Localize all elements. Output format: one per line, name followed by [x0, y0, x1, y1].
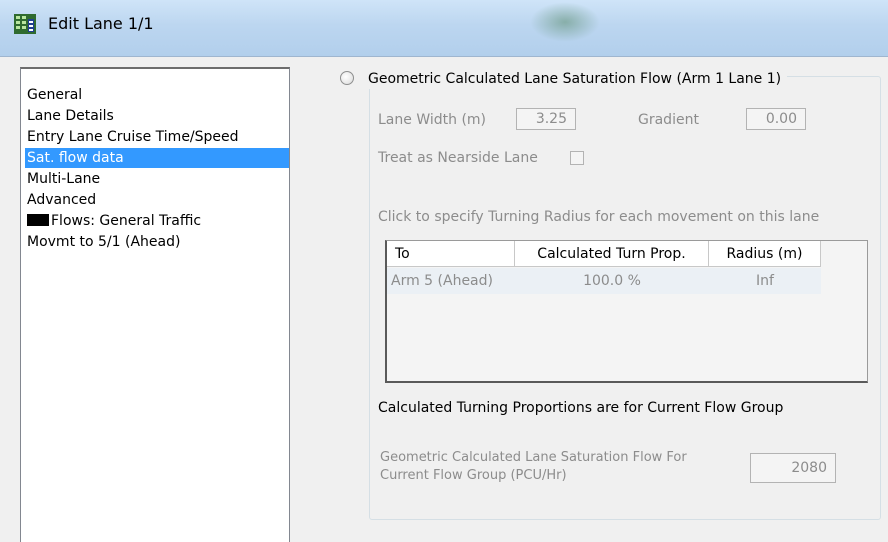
column-header-radius[interactable]: Radius (m)	[709, 241, 821, 267]
turning-radius-hint: Click to specify Turning Radius for each…	[378, 209, 820, 225]
cell-turn-prop: 100.0 %	[583, 273, 641, 289]
nav-item-label: Flows: General Traffic	[51, 213, 202, 229]
window-title: Edit Lane 1/1	[48, 14, 154, 33]
flow-color-swatch	[27, 214, 49, 226]
lane-width-label: Lane Width (m)	[378, 112, 487, 128]
gradient-label: Gradient	[638, 112, 699, 128]
column-header-turn-prop[interactable]: Calculated Turn Prop.	[515, 241, 709, 267]
turning-proportions-note: Calculated Turning Proportions are for C…	[378, 400, 784, 416]
nav-item-lane-details[interactable]: Lane Details	[25, 106, 114, 126]
table-header: To Calculated Turn Prop. Radius (m)	[387, 241, 821, 267]
nav-item-advanced[interactable]: Advanced	[25, 190, 96, 210]
cell-to: Arm 5 (Ahead)	[391, 273, 493, 289]
nearside-lane-label: Treat as Nearside Lane	[378, 150, 538, 166]
title-bar[interactable]: Edit Lane 1/1	[0, 0, 888, 57]
edit-lane-window: Edit Lane 1/1 General Lane Details Entry…	[0, 0, 888, 542]
turning-radius-table[interactable]: To Calculated Turn Prop. Radius (m) Arm …	[385, 240, 868, 383]
section-list[interactable]: General Lane Details Entry Lane Cruise T…	[20, 67, 290, 542]
table-row[interactable]: Arm 5 (Ahead) 100.0 % Inf	[387, 268, 821, 294]
nav-item-sat-flow-data[interactable]: Sat. flow data	[25, 148, 289, 168]
nav-item-multi-lane[interactable]: Multi-Lane	[25, 169, 100, 189]
sat-flow-label-line2: Current Flow Group (PCU/Hr)	[380, 468, 567, 483]
sat-flow-value-field[interactable]: 2080	[750, 453, 836, 483]
nearside-lane-checkbox[interactable]	[570, 151, 584, 165]
geometric-sat-flow-radio[interactable]	[340, 71, 354, 85]
title-bar-glow	[530, 2, 600, 42]
cell-radius[interactable]: Inf	[709, 268, 821, 294]
nav-item-general[interactable]: General	[25, 85, 82, 105]
gradient-field[interactable]: 0.00	[746, 108, 806, 130]
app-grid-icon	[14, 14, 36, 34]
column-header-to[interactable]: To	[387, 241, 515, 267]
dialog-body: General Lane Details Entry Lane Cruise T…	[0, 57, 888, 542]
geometric-sat-flow-caption: Geometric Calculated Lane Saturation Flo…	[362, 69, 788, 89]
sat-flow-label-line1: Geometric Calculated Lane Saturation Flo…	[380, 450, 687, 465]
nav-item-movement[interactable]: Movmt to 5/1 (Ahead)	[25, 232, 180, 252]
nav-item-flows-general-traffic[interactable]: Flows: General Traffic	[25, 211, 201, 231]
nav-item-entry-lane-cruise[interactable]: Entry Lane Cruise Time/Speed	[25, 127, 239, 147]
lane-width-field[interactable]: 3.25	[516, 108, 576, 130]
